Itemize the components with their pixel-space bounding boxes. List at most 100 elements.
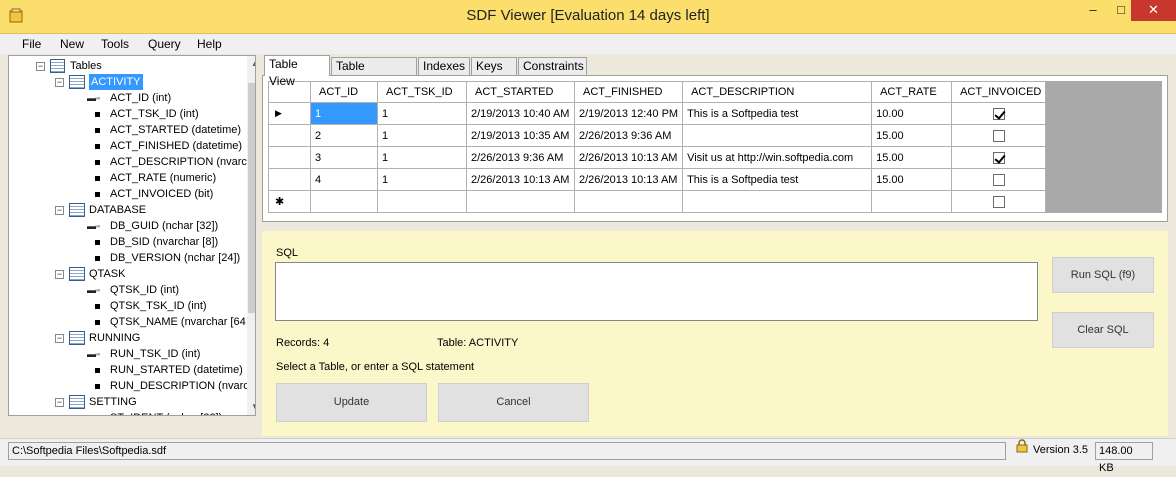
tree-field[interactable]: DB_VERSION (nchar [24]) [110, 250, 240, 266]
grid-cell[interactable]: 1 [377, 146, 467, 169]
grid-cell[interactable]: 2/26/2013 10:13 AM [573, 146, 684, 169]
grid-cell[interactable] [573, 190, 684, 213]
grid-cell[interactable] [682, 124, 873, 147]
table-row[interactable]: 3 1 2/26/2013 9:36 AM 2/26/2013 10:13 AM Vis… [268, 146, 1047, 169]
clear-sql-button[interactable]: Clear SQL [1052, 312, 1154, 348]
scroll-thumb[interactable] [248, 83, 255, 313]
tree-collapse-icon[interactable]: − [55, 398, 64, 407]
run-sql-button[interactable]: Run SQL (f9) [1052, 257, 1154, 293]
grid-cell[interactable]: This is a Softpedia test [682, 168, 873, 191]
grid-cell[interactable]: 1 [377, 124, 467, 147]
grid-cell[interactable] [377, 190, 467, 213]
row-header[interactable]: ▶ [268, 102, 311, 125]
close-button[interactable]: ✕ [1131, 0, 1176, 21]
grid-cell[interactable] [310, 190, 378, 213]
column-header[interactable]: ACT_ID [310, 81, 378, 103]
column-header[interactable]: ACT_STARTED [466, 81, 575, 103]
tree-field[interactable]: ACT_DESCRIPTION (nvarcha [110, 154, 255, 170]
grid-cell[interactable] [951, 190, 1047, 213]
grid-cell[interactable]: 2/26/2013 10:13 AM [573, 168, 684, 191]
tab-indexes[interactable]: Indexes [418, 57, 470, 76]
grid-cell[interactable]: 1 [377, 102, 467, 125]
tree-field[interactable]: ACT_INVOICED (bit) [110, 186, 213, 202]
invoiced-cell[interactable] [951, 168, 1047, 191]
row-header[interactable] [268, 146, 311, 169]
grid-cell[interactable]: 15.00 [871, 124, 953, 147]
tree-field[interactable]: ACT_TSK_ID (int) [110, 106, 199, 122]
tree-field[interactable]: RUN_STARTED (datetime) [110, 362, 243, 378]
column-header[interactable]: ACT_RATE [871, 81, 953, 103]
tree-field[interactable]: ACT_ID (int) [110, 90, 171, 106]
grid-cell[interactable]: 2/26/2013 10:13 AM [466, 168, 575, 191]
tree-field[interactable]: QTSK_ID (int) [110, 282, 179, 298]
menu-file[interactable]: File [22, 37, 41, 51]
tree-field[interactable]: RUN_TSK_ID (int) [110, 346, 200, 362]
tree-field[interactable]: DB_GUID (nchar [32]) [110, 218, 218, 234]
menu-tools[interactable]: Tools [101, 37, 129, 51]
invoiced-cell[interactable] [951, 146, 1047, 169]
column-header[interactable]: ACT_TSK_ID [377, 81, 467, 103]
grid-cell[interactable]: 2/19/2013 10:35 AM [466, 124, 575, 147]
grid-cell[interactable]: 15.00 [871, 146, 953, 169]
row-header[interactable] [268, 168, 311, 191]
invoiced-cell[interactable] [951, 124, 1047, 147]
row-header[interactable] [268, 124, 311, 147]
tree-table-running[interactable]: RUNNING [89, 330, 140, 346]
sql-input[interactable] [275, 262, 1038, 321]
tree-field[interactable]: ACT_STARTED (datetime) [110, 122, 241, 138]
grid-cell[interactable]: Visit us at http://win.softpedia.com [682, 146, 873, 169]
grid-cell[interactable]: 15.00 [871, 168, 953, 191]
grid-cell[interactable] [871, 190, 953, 213]
cancel-button[interactable]: Cancel [438, 383, 589, 422]
tree-field[interactable]: QTSK_NAME (nvarchar [64 [110, 314, 246, 330]
tree-collapse-icon[interactable]: − [36, 62, 45, 71]
column-header[interactable]: ACT_INVOICED [951, 81, 1047, 103]
grid-cell[interactable] [466, 190, 575, 213]
tree-table-activity[interactable]: ACTIVITY [89, 74, 143, 90]
tree-collapse-icon[interactable]: − [55, 78, 64, 87]
data-grid[interactable]: ACT_ID ACT_TSK_ID ACT_STARTED ACT_FINISHED A… [268, 81, 1047, 213]
table-tree[interactable]: − Tables − ACTIVITY ▬◦◦ ACT_ID (int) ACT_TSK_I… [8, 55, 256, 416]
grid-cell[interactable]: 2 [310, 124, 378, 147]
new-row-marker[interactable]: ✱ [268, 190, 311, 213]
grid-cell[interactable]: 4 [310, 168, 378, 191]
new-row[interactable]: ✱ [268, 190, 1047, 213]
invoiced-checkbox[interactable] [992, 107, 1005, 120]
tree-scrollbar[interactable]: ▲ ▼ [247, 56, 255, 415]
update-button[interactable]: Update [276, 383, 427, 422]
grid-cell[interactable]: 2/19/2013 12:40 PM [573, 102, 684, 125]
tree-field[interactable]: ACT_RATE (numeric) [110, 170, 216, 186]
menu-help[interactable]: Help [197, 37, 222, 51]
tree-collapse-icon[interactable]: − [55, 270, 64, 279]
tree-table-database[interactable]: DATABASE [89, 202, 146, 218]
grid-cell[interactable] [682, 190, 873, 213]
grid-cell[interactable]: 2/19/2013 10:40 AM [466, 102, 575, 125]
grid-cell[interactable]: 2/26/2013 9:36 AM [573, 124, 684, 147]
grid-cell[interactable]: 2/26/2013 9:36 AM [466, 146, 575, 169]
tree-field[interactable]: ACT_FINISHED (datetime) [110, 138, 242, 154]
invoiced-checkbox[interactable] [992, 195, 1005, 208]
table-row[interactable]: 2 1 2/19/2013 10:35 AM 2/26/2013 9:36 AM 15.… [268, 124, 1047, 147]
tree-table-setting[interactable]: SETTING [89, 394, 137, 410]
table-row[interactable]: ▶ 1 1 2/19/2013 10:40 AM 2/19/2013 12:40 PM T… [268, 102, 1047, 125]
tab-table-structure[interactable]: Table Structure [331, 57, 417, 90]
tree-field[interactable]: DB_SID (nvarchar [8]) [110, 234, 218, 250]
tab-table-view[interactable]: Table View [264, 55, 330, 88]
scroll-down-icon[interactable]: ▼ [247, 399, 255, 415]
invoiced-checkbox[interactable] [992, 173, 1005, 186]
tree-collapse-icon[interactable]: − [55, 334, 64, 343]
tree-root[interactable]: Tables [70, 58, 102, 74]
grid-cell[interactable]: This is a Softpedia test [682, 102, 873, 125]
menu-query[interactable]: Query [148, 37, 181, 51]
invoiced-checkbox[interactable] [992, 129, 1005, 142]
tree-field[interactable]: QTSK_TSK_ID (int) [110, 298, 207, 314]
tree-table-qtask[interactable]: QTASK [89, 266, 125, 282]
grid-cell[interactable]: 3 [310, 146, 378, 169]
scroll-up-icon[interactable]: ▲ [247, 56, 255, 72]
column-header[interactable]: ACT_DESCRIPTION [682, 81, 873, 103]
tab-keys[interactable]: Keys [471, 57, 517, 76]
grid-cell[interactable]: 1 [377, 168, 467, 191]
grid-cell[interactable]: 1 [310, 102, 378, 125]
tree-field[interactable]: ST_IDENT (nchar [32]) [110, 410, 222, 415]
table-row[interactable]: 4 1 2/26/2013 10:13 AM 2/26/2013 10:13 AM Th… [268, 168, 1047, 191]
